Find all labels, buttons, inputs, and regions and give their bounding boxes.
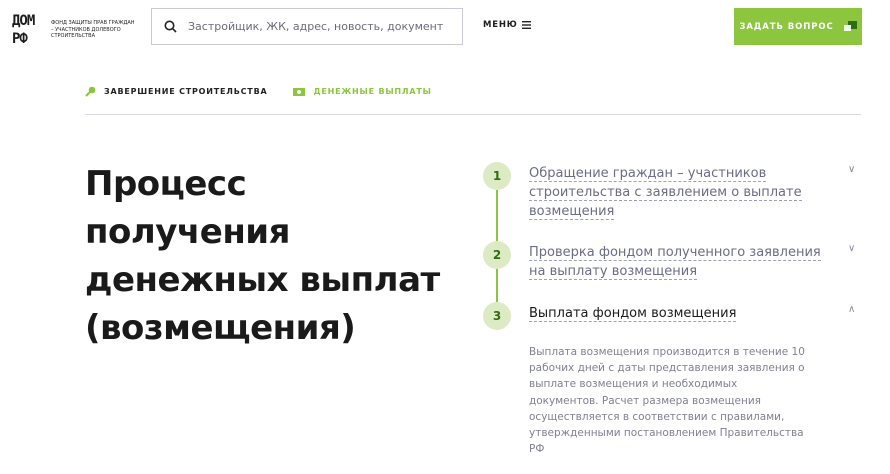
chevron-up-icon[interactable]: ∧ (848, 304, 855, 315)
chat-icon (843, 21, 857, 31)
logo-text: Фонд защиты прав граждан – участников до… (51, 20, 135, 40)
logo-mark: ДОМ РФ (12, 14, 46, 46)
search-icon (164, 20, 177, 33)
step-label: Выплата фондом возмещения (529, 306, 737, 322)
step-3-description: Выплата возмещения производится в течени… (529, 346, 805, 456)
search-input[interactable] (188, 20, 448, 33)
nav-item-construction[interactable]: Завершение строительства (85, 86, 267, 97)
logo-mark-bottom: РФ (12, 31, 28, 47)
nav-label: Завершение строительства (104, 87, 268, 96)
chevron-down-icon[interactable]: ∨ (848, 164, 855, 175)
logo[interactable]: ДОМ РФ Фонд защиты прав граждан – участн… (12, 14, 136, 46)
logo-mark-top: ДОМ (12, 13, 35, 29)
key-icon (85, 86, 96, 97)
page-title: Процесс получения денежных выплат (возме… (85, 164, 440, 348)
menu-label: МЕНЮ (483, 20, 518, 30)
step-label: Обращение граждан – участников строитель… (529, 166, 802, 220)
step-number-3: 3 (483, 302, 511, 330)
money-icon (293, 87, 306, 96)
section-nav: Завершение строительства Денежные выплат… (85, 86, 432, 97)
step-number-1: 1 (483, 162, 511, 190)
step-2-toggle[interactable]: Проверка фондом полученного заявления на… (529, 243, 834, 281)
hamburger-icon (521, 21, 531, 29)
nav-item-payments[interactable]: Денежные выплаты (293, 86, 431, 97)
search-box[interactable] (151, 8, 463, 45)
step-1-toggle[interactable]: Обращение граждан – участников строитель… (529, 164, 834, 221)
chevron-down-icon[interactable]: ∨ (848, 243, 855, 254)
divider (85, 114, 861, 115)
step-label: Проверка фондом полученного заявления на… (529, 245, 821, 280)
ask-question-label: ЗАДАТЬ ВОПРОС (739, 21, 834, 32)
ask-question-button[interactable]: ЗАДАТЬ ВОПРОС (734, 8, 862, 45)
menu-button[interactable]: МЕНЮ (483, 20, 531, 30)
step-3-toggle[interactable]: Выплата фондом возмещения (529, 304, 834, 323)
nav-label: Денежные выплаты (313, 87, 432, 96)
step-number-2: 2 (483, 241, 511, 269)
